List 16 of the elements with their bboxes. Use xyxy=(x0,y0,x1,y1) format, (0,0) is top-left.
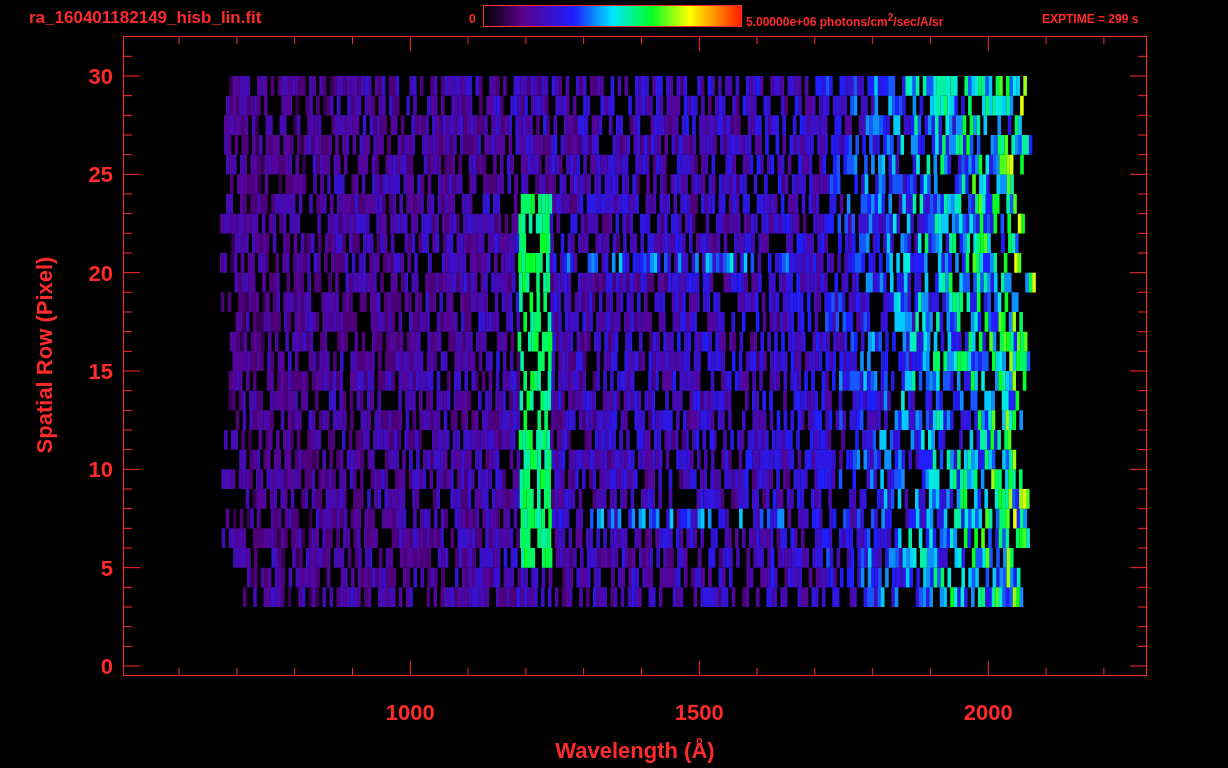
y-tick-label: 5 xyxy=(100,555,113,581)
colorbar-min-label: 0 xyxy=(469,12,477,26)
y-tick-label: 20 xyxy=(88,260,113,286)
x-tick-label: 2000 xyxy=(963,700,1013,725)
colorbar-max-label: 5.00000e+06 photons/cm$^{2}$/sec/A/sr xyxy=(746,12,945,29)
y-tick-label: 15 xyxy=(88,359,113,384)
file-title: ra_160401182149_hisb_lin.fit xyxy=(29,8,263,28)
x-tick-label: 1000 xyxy=(385,700,435,725)
y-tick-label: 30 xyxy=(88,64,113,89)
y-tick-label: 25 xyxy=(88,162,113,188)
y-tick-label: 10 xyxy=(88,457,113,483)
x-tick-label: 1500 xyxy=(674,700,724,725)
x-axis-label: Wavelength (Å) xyxy=(555,738,715,763)
y-tick-label: 0 xyxy=(100,654,113,679)
y-axis-label: Spatial Row (Pixel) xyxy=(32,256,57,454)
exposure-time: EXPTIME = 299 s xyxy=(1042,12,1139,26)
